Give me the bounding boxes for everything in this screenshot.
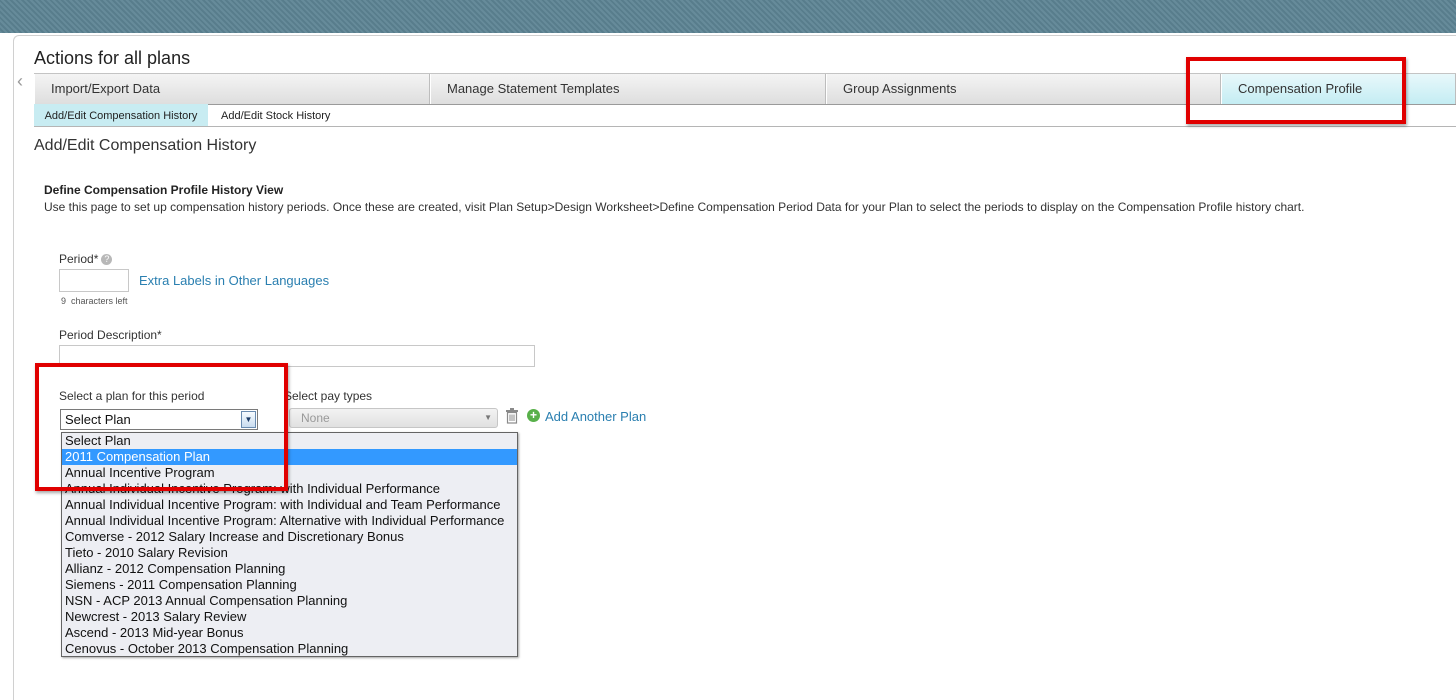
- plan-option[interactable]: Siemens - 2011 Compensation Planning: [62, 577, 517, 593]
- period-description-label: Period Description*: [59, 328, 162, 342]
- tab-label: Import/Export Data: [51, 81, 161, 96]
- plan-option[interactable]: NSN - ACP 2013 Annual Compensation Plann…: [62, 593, 517, 609]
- tab-label: Manage Statement Templates: [447, 81, 620, 96]
- trash-icon[interactable]: [505, 408, 519, 424]
- annotation-highlight-box: [1186, 57, 1406, 124]
- add-plus-icon[interactable]: +: [527, 409, 540, 422]
- plan-option[interactable]: Comverse - 2012 Salary Increase and Disc…: [62, 529, 517, 545]
- characters-left-count: 9: [61, 296, 67, 306]
- annotation-highlight-box: [35, 363, 288, 491]
- help-icon[interactable]: ?: [101, 254, 113, 266]
- required-mark: *: [157, 328, 162, 342]
- tab-label: Group Assignments: [843, 81, 957, 96]
- required-mark: *: [93, 252, 99, 266]
- plan-option[interactable]: Tieto - 2010 Salary Revision: [62, 545, 517, 561]
- section-title: Actions for all plans: [34, 48, 191, 68]
- plan-option[interactable]: Newcrest - 2013 Salary Review: [62, 609, 517, 625]
- period-label: Period*?: [59, 252, 113, 266]
- period-label-text: Period: [59, 252, 94, 266]
- plan-option[interactable]: Allianz - 2012 Compensation Planning: [62, 561, 517, 577]
- period-input[interactable]: [59, 269, 129, 292]
- period-description-label-text: Period Description: [59, 328, 158, 342]
- subtab-add-edit-stock-history[interactable]: Add/Edit Stock History: [208, 104, 343, 126]
- characters-left-text: characters left: [71, 296, 128, 306]
- pay-types-select[interactable]: None ▼: [289, 408, 498, 428]
- characters-left-note: 9 characters left: [61, 296, 128, 306]
- plan-option[interactable]: Annual Individual Incentive Program: wit…: [62, 497, 517, 513]
- form-title: Define Compensation Profile History View: [44, 183, 284, 197]
- collapse-arrow-icon[interactable]: ‹: [17, 72, 23, 90]
- dropdown-arrow-icon: ▼: [484, 413, 492, 422]
- plan-option[interactable]: Cenovus - October 2013 Compensation Plan…: [62, 641, 517, 657]
- plan-option[interactable]: Annual Individual Incentive Program: Alt…: [62, 513, 517, 529]
- pay-types-label: Select pay types: [284, 389, 373, 403]
- tab-import-export-data[interactable]: Import/Export Data: [34, 74, 430, 104]
- plan-option[interactable]: Ascend - 2013 Mid-year Bonus: [62, 625, 517, 641]
- subtab-add-edit-compensation-history[interactable]: Add/Edit Compensation History: [34, 104, 208, 126]
- form-description: Use this page to set up compensation his…: [44, 200, 1305, 214]
- tab-group-assignments[interactable]: Group Assignments: [826, 74, 1221, 104]
- tab-manage-statement-templates[interactable]: Manage Statement Templates: [430, 74, 826, 104]
- page-heading: Add/Edit Compensation History: [34, 137, 257, 154]
- app-header-bar: [0, 0, 1456, 33]
- pay-types-select-value: None: [301, 411, 330, 425]
- extra-labels-link[interactable]: Extra Labels in Other Languages: [139, 273, 329, 288]
- add-another-plan-link[interactable]: Add Another Plan: [545, 409, 646, 424]
